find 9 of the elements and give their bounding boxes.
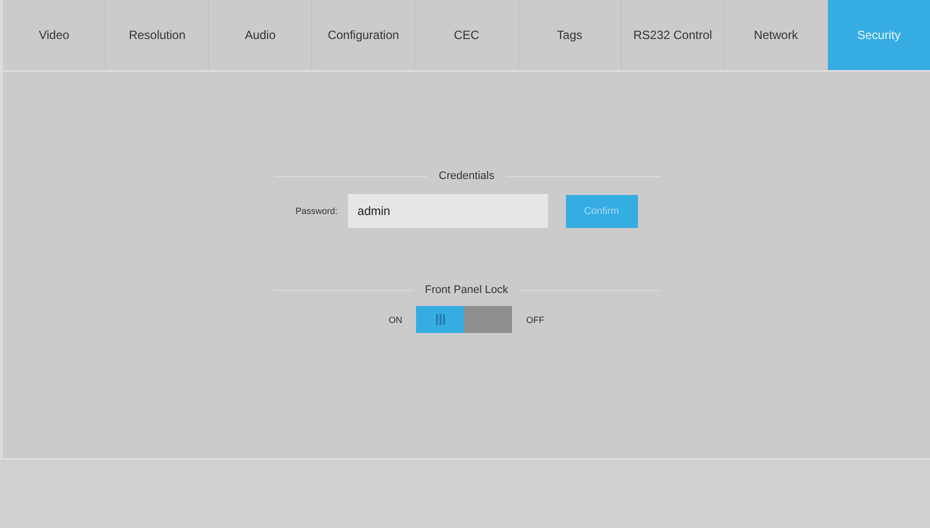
section-heading: Credentials [438,170,494,182]
password-field[interactable]: admin [348,194,548,228]
on-label: ON [388,314,402,324]
grip-icon [436,314,445,325]
password-label: Password: [295,206,338,216]
off-label: OFF [526,314,544,324]
lock-toggle[interactable] [416,306,512,333]
toggle-thumb[interactable] [416,306,464,333]
section-heading: Front Panel Lock [424,284,508,296]
